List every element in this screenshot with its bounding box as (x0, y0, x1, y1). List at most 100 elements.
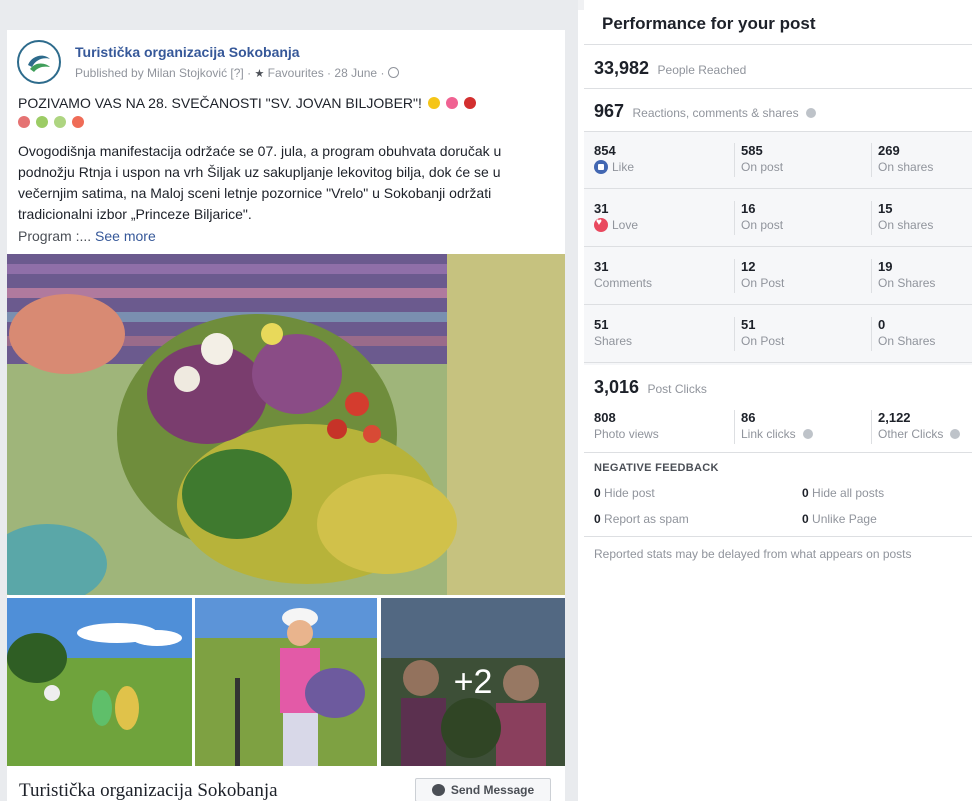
photo-thumbnail-2[interactable] (195, 598, 377, 766)
stat-label: On shares (878, 218, 934, 232)
meadow-photo (7, 598, 192, 766)
stat-number: 15 (878, 201, 893, 216)
neg-hide-post: 0 Hide post (594, 486, 655, 500)
stat-label: On post (741, 160, 784, 174)
neg-label: Unlike Page (812, 512, 877, 526)
globe-icon[interactable] (387, 67, 399, 78)
stat-label: Photo views (594, 427, 659, 441)
stat-label: On Shares (878, 334, 936, 348)
stat-number: 269 (878, 143, 900, 158)
engagement-value: 967 (594, 101, 625, 121)
stat-label: Like (612, 160, 635, 174)
neg-hide-all: 0 Hide all posts (802, 486, 884, 500)
divider (584, 536, 972, 537)
hiker-photo (195, 598, 377, 766)
messenger-icon (431, 784, 445, 796)
neg-number: 0 (594, 486, 601, 500)
rose-emoji-icon (463, 97, 476, 109)
post-clicks: 3,016 Post Clicks (594, 377, 707, 398)
more-photos-overlay[interactable]: +2 (381, 598, 565, 766)
stat-number: 51 (741, 317, 756, 332)
post-clicks-value: 3,016 (594, 377, 640, 397)
published-by[interactable]: Published by Milan Stojković (75, 66, 227, 80)
stat-label: Link clicks (741, 427, 796, 441)
people-reached-label: People Reached (657, 63, 747, 77)
flower-bouquet-photo (7, 254, 565, 595)
stat-row-shares: 51 Shares 51 On Post 0 On Shares (584, 305, 972, 363)
program-prefix: Program :... (18, 228, 92, 244)
stat-label: On Post (741, 334, 785, 348)
stat-row-loves: 31 Love 16 On post 15 On shares (584, 189, 972, 247)
herb-emoji-icon (35, 116, 48, 128)
stat-cell: 808 Photo views (594, 410, 659, 441)
stat-number: 16 (741, 201, 756, 216)
stat-label: On shares (878, 160, 934, 174)
help-mark[interactable]: [?] (230, 66, 243, 80)
main-photo[interactable] (7, 254, 565, 595)
stat-number: 51 (594, 317, 609, 332)
stat-label: Comments (594, 276, 653, 290)
footer-page-name[interactable]: Turistička organizacija Sokobanja (19, 780, 278, 801)
favourites-label[interactable]: Favourites (268, 66, 324, 80)
neg-number: 0 (802, 486, 809, 500)
stat-number: 0 (878, 317, 886, 332)
stat-label: On post (741, 218, 784, 232)
post-card: Turistička organizacija Sokobanja Publis… (7, 30, 565, 801)
divider (584, 44, 972, 45)
neg-report-spam: 0 Report as spam (594, 512, 689, 526)
stat-cell: 51 On Post (734, 317, 784, 351)
stat-cell: 31 Love (594, 201, 638, 232)
stat-number: 2,122 (878, 410, 911, 425)
clicks-breakdown: 808 Photo views 86 Link clicks 2,122 Oth… (584, 408, 972, 450)
stat-number: 808 (594, 410, 616, 425)
post-meta: Published by Milan Stojković [?] · ★ Fav… (75, 66, 399, 80)
stat-label-wrap: Love (594, 217, 638, 232)
engagement-label: Reactions, comments & shares (632, 106, 799, 120)
info-icon[interactable] (802, 429, 813, 439)
post-clicks-label: Post Clicks (647, 382, 707, 396)
stat-number: 31 (594, 201, 609, 216)
photo-thumbnail-3[interactable]: +2 (381, 598, 565, 766)
negative-feedback-title: NEGATIVE FEEDBACK (594, 462, 719, 474)
stat-row-comments: 31 Comments 12 On Post 19 On Shares (584, 247, 972, 305)
like-icon (594, 160, 608, 174)
flower-emoji-icon (445, 97, 458, 109)
leaf-emoji-icon (53, 116, 66, 128)
stat-label: Shares (594, 334, 633, 348)
page-name-link[interactable]: Turistička organizacija Sokobanja (75, 44, 300, 60)
performance-panel: Performance for your post 33,982 People … (584, 0, 972, 801)
post-more: Program :... See more (18, 228, 156, 244)
divider (584, 88, 972, 89)
post-date[interactable]: 28 June (334, 66, 377, 80)
divider (584, 452, 972, 453)
stats-delay-note: Reported stats may be delayed from what … (594, 547, 912, 561)
star-icon: ★ (254, 68, 265, 80)
post-body: Ovogodišnja manifestacija održaće se 07.… (18, 143, 502, 222)
photo-thumbnail-1[interactable] (7, 598, 192, 766)
people-reached-value: 33,982 (594, 58, 650, 78)
bouquet-emoji-icon (18, 116, 30, 128)
stat-label: On Shares (878, 276, 936, 290)
stat-cell: 854 Like (594, 143, 634, 174)
stat-label-wrap: Like (594, 160, 634, 174)
info-icon[interactable] (806, 108, 817, 118)
stat-cell: 269 On shares (871, 143, 933, 177)
neg-number: 0 (802, 512, 809, 526)
see-more-link[interactable]: See more (95, 228, 156, 244)
stat-cell: 2,122 Other Clicks (871, 410, 961, 444)
sun-emoji-icon (427, 97, 440, 109)
send-message-label: Send Message (450, 783, 535, 797)
engagement-total: 967 Reactions, comments & shares (594, 101, 817, 122)
blossom-emoji-icon (71, 116, 84, 128)
engagement-breakdown: 854 Like 585 On post 269 On shares 31 Lo… (584, 131, 972, 365)
love-icon (594, 217, 608, 232)
send-message-button[interactable]: Send Message (415, 778, 551, 801)
stat-label-wrap: Other Clicks (878, 427, 961, 441)
stat-label: On Post (741, 276, 785, 290)
stat-number: 31 (594, 259, 609, 274)
stat-label-wrap: Link clicks (741, 427, 813, 441)
page-logo[interactable] (17, 40, 61, 84)
info-icon[interactable] (950, 429, 961, 439)
sokobanja-logo-icon (28, 55, 50, 72)
stat-cell: 86 Link clicks (734, 410, 813, 444)
